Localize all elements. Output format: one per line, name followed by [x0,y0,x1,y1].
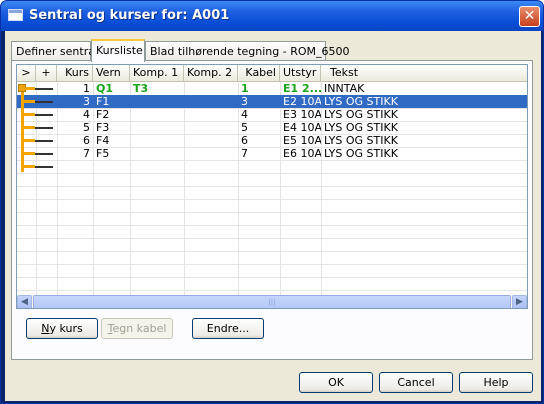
kurs-grid[interactable]: > + Kurs Vern Komp. 1 Komp. 2 Kabel Utst… [16,64,528,309]
cell-kabel: 7 [241,147,248,160]
dialog-body: Definer sentral Kursliste Blad tilhørend… [5,31,541,401]
cell-komp2 [184,95,238,108]
cancel-button[interactable]: Cancel [379,372,453,393]
cell-utstyr: E3 10A [283,108,321,121]
tab-blad-tegning[interactable]: Blad tilhørende tegning - ROM_6500 [145,41,350,61]
cell-kabel: 1 [241,82,249,95]
cell-komp1 [130,134,184,147]
cell-utstyr: E5 10A [283,134,321,147]
cell-tekst: LYS OG STIKK [324,134,398,147]
cell-utstyr: E1 2... [283,82,321,95]
scroll-right-icon[interactable]: ▶ [512,295,527,308]
col-komp1-header[interactable]: Komp. 1 [130,65,184,82]
cell-komp1 [130,121,184,134]
table-row[interactable]: 7 F5 7 E6 10A LYS OG STIKK [17,147,527,160]
tree-connector-icon [17,82,57,202]
cell-vern: F2 [96,108,110,121]
cell-kurs: 5 [83,121,90,134]
tab-panel: > + Kurs Vern Komp. 1 Komp. 2 Kabel Utst… [11,60,533,360]
col-komp2-header[interactable]: Komp. 2 [184,65,238,82]
cell-tekst: LYS OG STIKK [324,108,398,121]
grid-header: > + Kurs Vern Komp. 1 Komp. 2 Kabel Utst… [17,65,527,82]
cell-utstyr: E4 10A [283,121,321,134]
cell-kabel: 6 [241,134,248,147]
cell-vern: F4 [96,134,110,147]
cell-komp1 [130,108,184,121]
cell-utstyr: E2 10A [283,95,321,108]
horizontal-scrollbar[interactable]: ◀ ||| ▶ [17,295,527,308]
scroll-left-icon[interactable]: ◀ [17,295,32,308]
col-kurs-header[interactable]: Kurs [57,65,93,82]
tab-definer-sentral[interactable]: Definer sentral [11,41,98,61]
cell-kurs: 4 [83,108,90,121]
cell-kabel: 3 [241,95,248,108]
col-kabel-header[interactable]: Kabel [238,65,280,82]
cell-komp2 [184,147,238,160]
tab-kursliste[interactable]: Kursliste [91,39,145,62]
table-row-selected[interactable]: 3 F1 3 E2 10A LYS OG STIKK [17,95,527,108]
col-add-header[interactable]: + [36,65,57,82]
cell-tekst: LYS OG STIKK [324,95,398,108]
table-row[interactable]: 1 Q1 T3 1 E1 2... INNTAK [17,82,527,95]
cell-komp2 [184,134,238,147]
cell-komp1 [130,147,184,160]
tegn-kabel-label: egn kabel [112,322,167,335]
col-tekst-header[interactable]: Tekst [321,65,527,82]
title-bar[interactable]: Sentral og kurser for: A001 ✕ [1,1,543,31]
cell-komp2 [184,108,238,121]
scroll-thumb[interactable]: ||| [33,295,511,308]
cell-komp1: T3 [133,82,149,95]
cell-kurs: 6 [83,134,90,147]
cell-kurs: 1 [83,82,90,95]
cell-komp1 [130,95,184,108]
ok-button[interactable]: OK [299,372,373,393]
cell-tekst: LYS OG STIKK [324,121,398,134]
table-row[interactable]: 6 F4 6 E5 10A LYS OG STIKK [17,134,527,147]
cell-tekst: INNTAK [324,82,365,95]
help-button[interactable]: Help [459,372,533,393]
cell-komp2 [184,82,238,95]
window-icon [8,9,23,21]
table-row[interactable]: 5 F3 5 E4 10A LYS OG STIKK [17,121,527,134]
dialog-window: Sentral og kurser for: A001 ✕ Definer se… [0,0,544,404]
cell-kurs: 7 [83,147,90,160]
tegn-kabel-button[interactable]: Tegn kabel [101,318,173,339]
cell-vern: F5 [96,147,110,160]
cell-vern: F1 [96,95,110,108]
ny-kurs-label: y kurs [49,322,83,335]
tab-label: Blad tilhørende tegning - ROM_6500 [150,45,350,58]
tab-label: Kursliste [96,44,143,57]
table-row[interactable]: 4 F2 4 E3 10A LYS OG STIKK [17,108,527,121]
tab-label: Definer sentral [16,45,99,58]
cell-vern: Q1 [96,82,114,95]
col-vern-header[interactable]: Vern [93,65,130,82]
cell-vern: F3 [96,121,110,134]
cell-kabel: 5 [241,121,248,134]
cell-kurs: 3 [83,95,90,108]
close-icon: ✕ [523,8,536,24]
cell-utstyr: E6 10A [283,147,321,160]
ny-kurs-button[interactable]: Ny kurs [26,318,98,339]
cell-tekst: LYS OG STIKK [324,147,398,160]
cell-kabel: 4 [241,108,248,121]
cell-komp2 [184,121,238,134]
endre-button[interactable]: Endre... [192,318,264,339]
close-button[interactable]: ✕ [519,6,540,27]
window-title: Sentral og kurser for: A001 [29,8,230,23]
col-expand-header[interactable]: > [17,65,36,82]
col-utstyr-header[interactable]: Utstyr [280,65,321,82]
